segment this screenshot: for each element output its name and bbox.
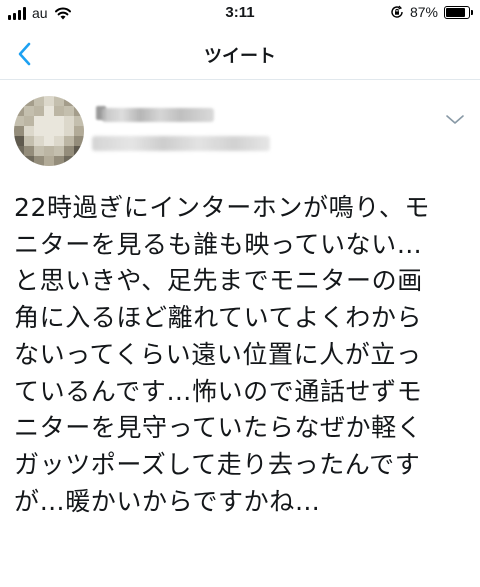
tweet-text-line: ガッツポーズして走り去ったんです — [14, 449, 421, 479]
avatar-pixel — [14, 146, 24, 156]
avatar-pixel — [14, 126, 24, 136]
avatar-pixel — [54, 116, 64, 126]
avatar-pixel — [74, 116, 84, 126]
avatar-pixel — [14, 106, 24, 116]
avatar-pixel — [74, 146, 84, 156]
avatar-pixel — [14, 116, 24, 126]
avatar-pixel — [74, 156, 84, 166]
tweet-text-line: 角に入るほど離れていてよくわから — [14, 303, 423, 333]
avatar-pixel — [64, 156, 74, 166]
avatar-pixel — [24, 126, 34, 136]
battery-percent: 87% — [409, 4, 438, 20]
author-handle-blurred — [92, 136, 270, 151]
avatar-pixel — [44, 136, 54, 146]
avatar-pixel — [14, 156, 24, 166]
tweet-text-line: ないってくらい遠い位置に人が立っ — [14, 339, 422, 369]
author-name-blurred[interactable] — [102, 108, 214, 122]
page-title: ツイート — [204, 46, 276, 67]
avatar-pixel — [74, 106, 84, 116]
tweet-text-line: ニターを見守っていたらなぜか軽く — [14, 413, 423, 443]
chevron-down-icon[interactable] — [444, 112, 466, 126]
avatar-pixel — [14, 136, 24, 146]
avatar-pixel — [44, 106, 54, 116]
avatar-pixel — [64, 116, 74, 126]
avatar-pixel — [34, 126, 44, 136]
avatar-pixel — [24, 146, 34, 156]
tweet-text-line: が…暖かいからですかね… — [14, 486, 321, 516]
nav-bar: ツイート — [0, 28, 480, 80]
avatar-pixel — [64, 96, 74, 106]
avatar-pixel — [54, 106, 64, 116]
avatar-pixel — [44, 116, 54, 126]
avatar-pixel — [44, 96, 54, 106]
avatar-pixel — [24, 116, 34, 126]
avatar-pixel — [74, 96, 84, 106]
avatar-pixel — [44, 146, 54, 156]
avatar-pixel — [54, 156, 64, 166]
avatar-pixel — [34, 136, 44, 146]
avatar-pixel — [44, 156, 54, 166]
avatar-pixel — [64, 146, 74, 156]
avatar-pixel — [34, 156, 44, 166]
avatar-pixel — [34, 116, 44, 126]
avatar-pixel — [34, 106, 44, 116]
tweet-header — [0, 80, 480, 180]
avatar-pixel — [24, 136, 34, 146]
battery-tip — [471, 9, 473, 15]
avatar-pixel — [24, 156, 34, 166]
avatar-pixel — [34, 96, 44, 106]
avatar-pixel — [24, 96, 34, 106]
tweet-text-line: ているんです…怖いので通話せずモ — [14, 376, 423, 406]
tweet-text: 22時過ぎにインターホンが鳴り、モ ニターを見るも誰も映っていない… と思いきや… — [14, 190, 472, 520]
avatar-pixel — [54, 96, 64, 106]
battery-icon — [444, 5, 473, 19]
rotation-lock-icon — [391, 5, 403, 18]
battery-level-fill — [446, 7, 466, 17]
avatar-pixel — [74, 126, 84, 136]
avatar[interactable] — [14, 96, 84, 166]
avatar-pixel — [54, 136, 64, 146]
tweet-text-line: と思いきや、足先までモニターの画 — [14, 266, 423, 296]
avatar-pixel — [64, 106, 74, 116]
tweet-text-line: ニターを見るも誰も映っていない… — [14, 229, 423, 259]
avatar-pixel — [74, 136, 84, 146]
avatar-pixel — [54, 126, 64, 136]
avatar-pixel — [34, 146, 44, 156]
tweet-text-line: 22時過ぎにインターホンが鳴り、モ — [14, 193, 431, 222]
status-bar: au 3:11 87% — [0, 0, 480, 28]
avatar-pixel — [24, 106, 34, 116]
avatar-pixel — [64, 126, 74, 136]
avatar-pixel — [54, 146, 64, 156]
status-bar-right: 87% — [390, 4, 473, 20]
avatar-pixel — [64, 136, 74, 146]
avatar-pixel — [44, 126, 54, 136]
avatar-pixel — [14, 96, 24, 106]
